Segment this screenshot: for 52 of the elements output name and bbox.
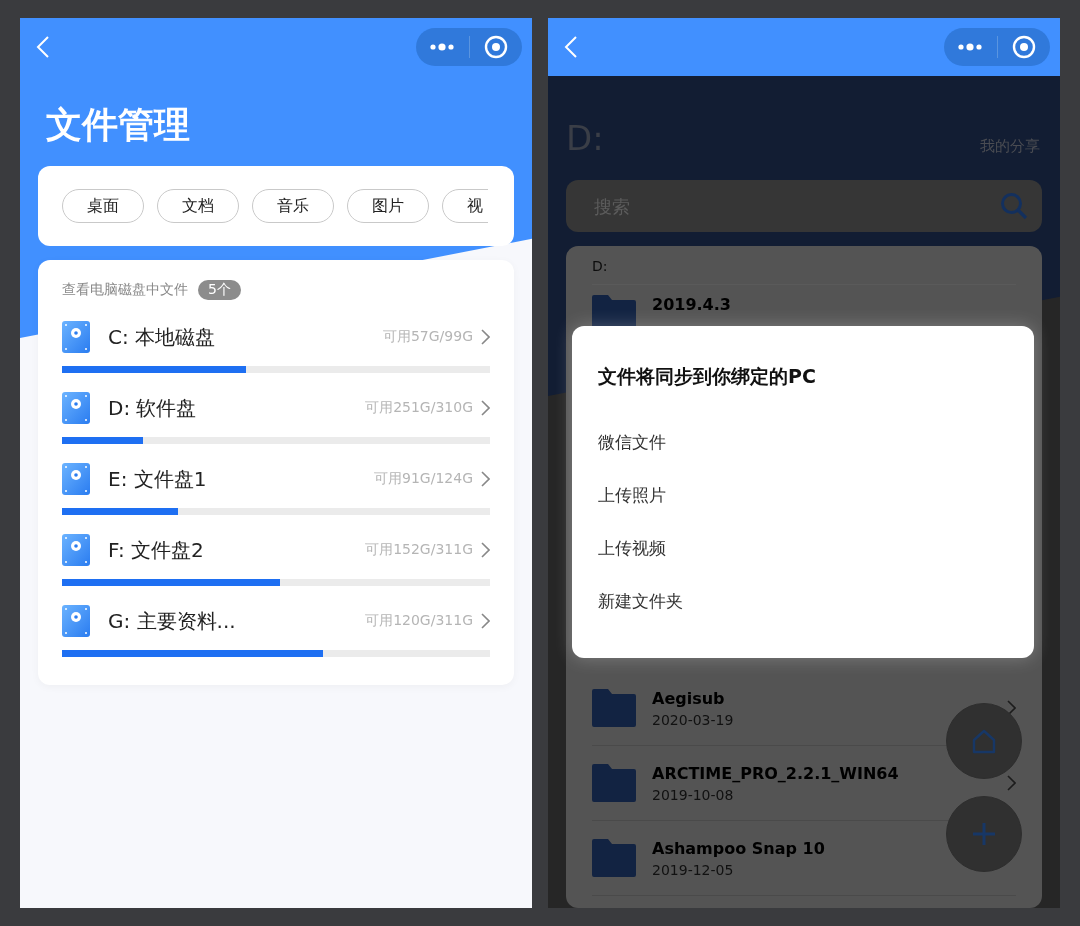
back-chevron-icon [564,35,578,59]
category-chip[interactable]: 图片 [347,189,429,223]
category-chip[interactable]: 视 [442,189,488,223]
disk-usage: 可用152G/311G [365,541,473,559]
folder-icon [592,689,636,727]
back-button[interactable] [564,35,578,59]
dialog-title: 文件将同步到你绑定的PC [598,364,817,389]
folder-icon [592,764,636,802]
disk-usage: 可用251G/310G [365,399,473,417]
disk-name[interactable]: D: 软件盘 [108,394,366,422]
home-icon [971,728,997,754]
hard-drive-icon [62,605,90,637]
ring-dot-icon [483,35,508,59]
more-dots-icon [429,43,456,51]
count-badge: 5个 [198,280,241,300]
dialog-option[interactable]: 新建文件夹 [598,575,683,628]
ring-dot-icon [1011,35,1036,59]
folder-date: 2019-12-05 [652,861,734,878]
disk-name[interactable]: F: 文件盘2 [108,536,366,564]
disk-name[interactable]: G: 主要资料... [108,607,366,635]
section-heading: 查看电脑磁盘中文件 [62,281,188,299]
hard-drive-icon [62,534,90,566]
plus-icon [971,821,997,847]
disk-usage: 可用91G/124G [374,470,473,488]
hard-drive-icon [62,463,90,495]
chevron-right-icon [481,613,490,629]
folder-icon [592,839,636,877]
hard-drive-icon [62,392,90,424]
disk-name[interactable]: E: 文件盘1 [108,465,375,493]
disk-name[interactable]: C: 本地磁盘 [108,323,383,351]
chevron-right-icon [1007,775,1016,791]
hard-drive-icon [62,321,90,353]
back-chevron-icon [36,35,50,59]
chevron-right-icon [481,329,490,345]
folder-date: 2019-10-08 [652,786,734,803]
chevron-right-icon [481,400,490,416]
dialog-option[interactable]: 微信文件 [598,416,666,469]
page-title: 文件管理 [46,103,191,147]
disk-usage: 可用57G/99G [382,328,473,346]
disk-usage: 可用120G/311G [365,612,473,630]
search-icon [1000,192,1028,220]
category-chip[interactable]: 音乐 [252,189,334,223]
category-chip[interactable]: 桌面 [62,189,144,223]
chevron-right-icon [481,542,490,558]
more-dots-icon [957,43,984,51]
dialog-option[interactable]: 上传照片 [598,469,666,522]
back-button[interactable] [36,35,50,59]
chevron-right-icon [481,471,490,487]
path-label: D: [592,258,1016,285]
dialog-option[interactable]: 上传视频 [598,522,666,575]
category-chip[interactable]: 文档 [157,189,239,223]
folder-date: 2020-03-19 [652,711,734,728]
